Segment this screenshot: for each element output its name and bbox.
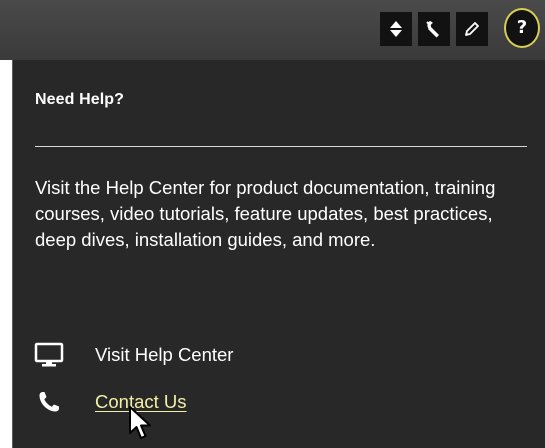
help-panel-description: Visit the Help Center for product docume… bbox=[35, 177, 496, 250]
edit-button[interactable] bbox=[456, 12, 488, 46]
sort-arrows-icon bbox=[390, 21, 402, 37]
help-button[interactable]: ? bbox=[504, 8, 540, 48]
contact-us-link[interactable]: Contact Us bbox=[33, 388, 187, 416]
divider bbox=[35, 146, 527, 147]
question-mark-icon: ? bbox=[516, 17, 528, 38]
app-frame: ? Need Help? Visit the Help Center for p… bbox=[0, 0, 545, 448]
pencil-icon bbox=[465, 22, 479, 36]
monitor-icon bbox=[33, 341, 65, 369]
mouse-cursor-icon bbox=[129, 406, 151, 439]
tools-button[interactable] bbox=[418, 12, 450, 46]
top-toolbar: ? bbox=[0, 0, 545, 60]
phone-icon bbox=[33, 388, 65, 416]
wrench-icon bbox=[426, 21, 439, 38]
help-panel-title: Need Help? bbox=[35, 91, 125, 108]
visit-help-center-label: Visit Help Center bbox=[95, 344, 234, 365]
help-panel: Need Help? Visit the Help Center for pro… bbox=[12, 60, 545, 448]
sort-button[interactable] bbox=[380, 12, 412, 46]
visit-help-center-link[interactable]: Visit Help Center bbox=[33, 341, 233, 369]
